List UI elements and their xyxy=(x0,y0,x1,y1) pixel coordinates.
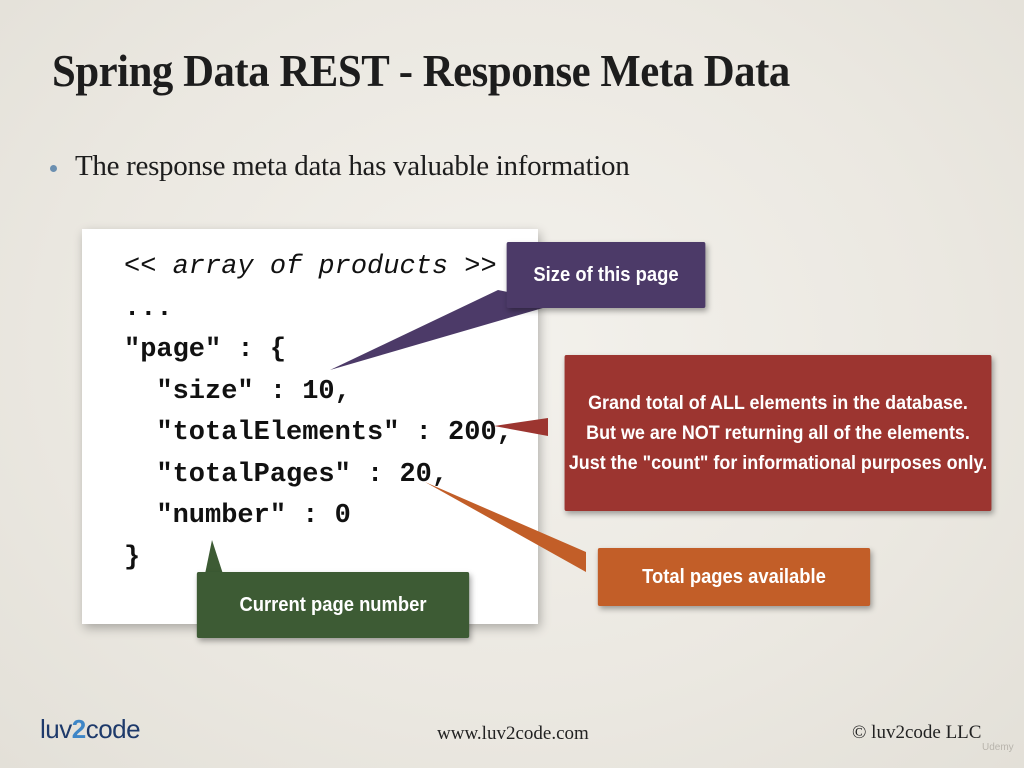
code-line-number: "number" : 0 xyxy=(124,501,351,531)
current-page-callout: Current page number xyxy=(196,572,470,638)
total-elements-callout: Grand total of ALL elements in the datab… xyxy=(564,355,992,511)
total-callout-line2: But we are NOT returning all of the elem… xyxy=(586,422,970,444)
slide-title: Spring Data REST - Response Meta Data xyxy=(52,45,790,96)
total-callout-line1: Grand total of ALL elements in the datab… xyxy=(588,392,968,414)
code-line-total-pages: "totalPages" : 20, xyxy=(124,459,449,490)
udemy-watermark: Udemy xyxy=(982,742,1014,753)
code-panel: << array of products >>... "page" : { "si… xyxy=(82,229,538,624)
luv2code-logo: luv2code xyxy=(40,714,141,745)
current-callout-text: Current page number xyxy=(239,593,427,616)
footer-copyright: © luv2code LLC xyxy=(852,722,982,743)
bullet-item: The response meta data has valuable info… xyxy=(50,150,630,183)
size-callout: Size of this page xyxy=(506,242,706,308)
total-callout-line3: Just the "count" for informational purpo… xyxy=(568,452,988,474)
code-line-array: << array of products >> xyxy=(124,252,497,282)
code-line-ellipsis: ... xyxy=(124,293,173,324)
total-pages-callout: Total pages available xyxy=(597,548,871,606)
code-line-size: "size" : 10, xyxy=(124,376,351,407)
logo-text-left: luv xyxy=(40,714,72,744)
bullet-text: The response meta data has valuable info… xyxy=(75,150,630,182)
logo-text-right: code xyxy=(85,714,141,744)
pages-callout-text: Total pages available xyxy=(642,565,826,588)
code-line-page-open: "page" : { xyxy=(124,335,287,365)
bullet-icon xyxy=(50,165,57,172)
logo-text-two: 2 xyxy=(71,714,86,744)
footer-url: www.luv2code.com xyxy=(437,723,589,744)
size-callout-text: Size of this page xyxy=(533,263,679,286)
code-line-total-elements: "totalElements" : 200, xyxy=(124,418,513,448)
code-block: << array of products >>... "page" : { "si… xyxy=(124,247,513,579)
